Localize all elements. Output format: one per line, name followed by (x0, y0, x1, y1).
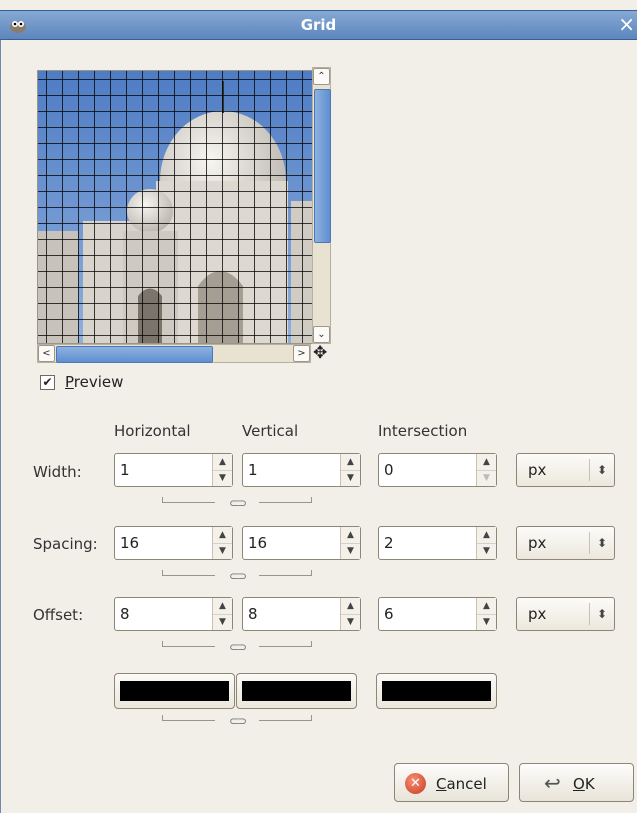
spacing-label: Spacing: (33, 535, 98, 553)
decrement-icon[interactable]: ▼ (341, 614, 360, 630)
chain-link-icon[interactable]: ⊂⊃ (222, 569, 252, 583)
preview-horizontal-scrollbar[interactable]: < > (37, 344, 311, 363)
decrement-icon[interactable]: ▼ (341, 470, 360, 486)
offset-horizontal-spinner[interactable]: 8 ▲ ▼ (114, 597, 233, 631)
color-chain: ⊂⊃ (162, 714, 312, 731)
offset-vertical-spinner[interactable]: 8 ▲ ▼ (242, 597, 361, 631)
chain-link-icon[interactable]: ⊂⊃ (222, 714, 252, 728)
preview-image (38, 71, 312, 343)
offset-chain: ⊂⊃ (162, 640, 312, 657)
decrement-icon[interactable]: ▼ (341, 543, 360, 559)
column-header-vertical: Vertical (242, 422, 299, 440)
spacing-intersection-spinner[interactable]: 2 ▲ ▼ (378, 526, 497, 560)
dropdown-icon: ⬍ (589, 603, 614, 625)
scroll-down-button[interactable]: ⌄ (313, 326, 330, 343)
cancel-icon: ✕ (405, 773, 426, 794)
close-icon[interactable]: × (618, 13, 635, 35)
width-chain: ⊂⊃ (162, 496, 312, 513)
increment-icon[interactable]: ▲ (477, 598, 496, 614)
scroll-up-button[interactable]: ⌃ (313, 68, 330, 85)
vertical-color-button[interactable] (236, 673, 357, 709)
horizontal-color-swatch (120, 681, 229, 701)
preview-checkbox[interactable]: ✔ (40, 375, 55, 390)
intersection-color-swatch (382, 681, 491, 701)
scroll-left-button[interactable]: < (38, 345, 55, 362)
width-label: Width: (33, 463, 82, 481)
preview-vertical-scrollbar[interactable]: ⌃ ⌄ (312, 67, 331, 344)
chain-link-icon[interactable]: ⊂⊃ (222, 640, 252, 654)
increment-icon[interactable]: ▲ (213, 598, 232, 614)
decrement-icon[interactable]: ▼ (477, 470, 496, 486)
offset-unit-select[interactable]: px ⬍ (516, 597, 615, 631)
increment-icon[interactable]: ▲ (341, 598, 360, 614)
ok-icon: ↩ (544, 771, 561, 795)
ok-button[interactable]: ↩ OK (519, 763, 634, 802)
title-bar: Grid × (0, 10, 637, 40)
offset-label: Offset: (33, 606, 84, 624)
offset-intersection-spinner[interactable]: 6 ▲ ▼ (378, 597, 497, 631)
width-intersection-spinner[interactable]: 0 ▲ ▼ (378, 453, 497, 487)
dropdown-icon: ⬍ (589, 459, 614, 481)
window-title: Grid (300, 16, 337, 34)
increment-icon[interactable]: ▲ (477, 527, 496, 543)
decrement-icon[interactable]: ▼ (477, 614, 496, 630)
spacing-horizontal-spinner[interactable]: 16 ▲ ▼ (114, 526, 233, 560)
width-horizontal-spinner[interactable]: 1 ▲ ▼ (114, 453, 233, 487)
increment-icon[interactable]: ▲ (213, 454, 232, 470)
preview-canvas[interactable] (37, 70, 313, 344)
increment-icon[interactable]: ▲ (341, 454, 360, 470)
increment-icon[interactable]: ▲ (341, 527, 360, 543)
dropdown-icon: ⬍ (589, 532, 614, 554)
intersection-color-button[interactable] (376, 673, 497, 709)
horizontal-color-button[interactable] (114, 673, 235, 709)
vertical-scroll-thumb[interactable] (314, 89, 331, 243)
decrement-icon[interactable]: ▼ (213, 614, 232, 630)
width-unit-select[interactable]: px ⬍ (516, 453, 615, 487)
width-vertical-spinner[interactable]: 1 ▲ ▼ (242, 453, 361, 487)
decrement-icon[interactable]: ▼ (477, 543, 496, 559)
vertical-color-swatch (242, 681, 351, 701)
horizontal-scroll-thumb[interactable] (56, 346, 213, 363)
spacing-chain: ⊂⊃ (162, 569, 312, 586)
navigate-icon[interactable]: ✥ (313, 345, 327, 362)
decrement-icon[interactable]: ▼ (213, 470, 232, 486)
cancel-button[interactable]: ✕ Cancel (394, 763, 509, 802)
decrement-icon[interactable]: ▼ (213, 543, 232, 559)
scroll-right-button[interactable]: > (293, 345, 310, 362)
increment-icon[interactable]: ▲ (477, 454, 496, 470)
increment-icon[interactable]: ▲ (213, 527, 232, 543)
spacing-vertical-spinner[interactable]: 16 ▲ ▼ (242, 526, 361, 560)
column-header-intersection: Intersection (378, 422, 468, 440)
preview-label[interactable]: Preview (65, 373, 123, 391)
chain-link-icon[interactable]: ⊂⊃ (222, 496, 252, 510)
spacing-unit-select[interactable]: px ⬍ (516, 526, 615, 560)
column-header-horizontal: Horizontal (114, 422, 191, 440)
